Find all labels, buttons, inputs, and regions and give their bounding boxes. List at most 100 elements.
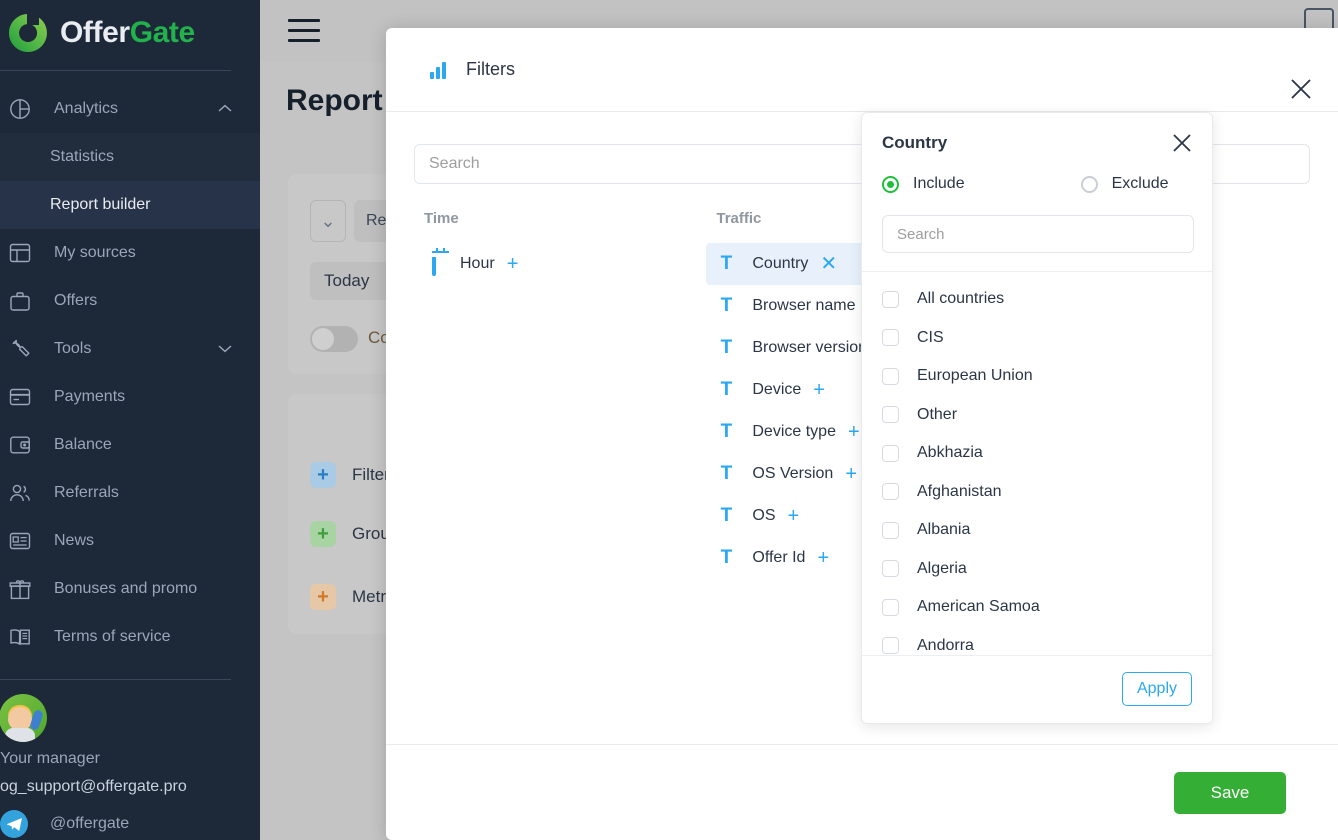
sidebar-item-label: Terms of service	[54, 628, 171, 645]
add-filter-icon[interactable]: +	[507, 254, 519, 274]
add-filter-icon[interactable]: +	[813, 380, 825, 400]
filter-item-label: Country	[752, 255, 809, 272]
list-item[interactable]: Albania	[862, 511, 1212, 550]
sidebar-subitem-label: Report builder	[50, 196, 151, 213]
filter-item-hour[interactable]: Hour +	[414, 243, 530, 285]
list-item[interactable]: All countries	[862, 280, 1212, 319]
radio-exclude[interactable]: Exclude	[1080, 175, 1169, 193]
list-item[interactable]: Other	[862, 396, 1212, 435]
text-icon: T	[720, 337, 733, 358]
period-select-button[interactable]: ⌄	[310, 200, 346, 242]
remove-filter-icon[interactable]: ✕	[820, 254, 837, 274]
save-button[interactable]: Save	[1174, 771, 1286, 814]
manager-telegram-link[interactable]: @offergate	[0, 810, 260, 838]
radio-dot-icon	[882, 175, 899, 193]
compare-toggle[interactable]	[310, 326, 358, 352]
column-header-time: Time	[424, 210, 459, 227]
chevron-up-icon	[218, 100, 232, 118]
apply-button[interactable]: Apply	[1121, 672, 1192, 707]
filter-section-label: Filter	[352, 465, 390, 484]
add-filter-icon[interactable]: +	[848, 422, 860, 442]
wrench-icon	[6, 335, 34, 363]
sidebar-item-analytics[interactable]: Analytics	[0, 85, 260, 133]
add-filter-icon[interactable]: +	[788, 506, 800, 526]
list-item-label: American Samoa	[917, 598, 1040, 616]
sidebar-item-label: My sources	[54, 244, 136, 261]
text-icon: T	[720, 379, 733, 400]
calendar-icon	[424, 251, 444, 276]
text-icon: T	[720, 505, 733, 526]
filters-column-time: Time Hour +	[386, 210, 530, 579]
list-item[interactable]: CIS	[862, 319, 1212, 358]
checkbox[interactable]	[882, 637, 899, 655]
close-icon[interactable]	[1284, 72, 1318, 106]
sidebar-item-referrals[interactable]: Referrals	[0, 469, 260, 517]
sidebar-item-report-builder[interactable]: Report builder	[0, 181, 260, 229]
list-item[interactable]: Andorra	[862, 627, 1212, 655]
radio-dot-icon	[1080, 175, 1098, 193]
filter-item-label: Device	[752, 381, 802, 398]
text-icon: T	[720, 547, 733, 568]
wallet-icon	[6, 431, 34, 459]
sidebar-item-bonuses-and-promo[interactable]: Bonuses and promo	[0, 565, 260, 613]
sidebar-item-payments[interactable]: Payments	[0, 373, 260, 421]
list-item[interactable]: Abkhazia	[862, 434, 1212, 473]
list-item-label: Andorra	[917, 636, 974, 654]
sidebar-item-my-sources[interactable]: My sources	[0, 229, 260, 277]
news-icon	[6, 527, 34, 555]
country-search-input[interactable]	[882, 215, 1194, 253]
briefcase-icon	[6, 287, 34, 315]
sidebar-item-terms-of-service[interactable]: Terms of service	[0, 613, 260, 661]
hamburger-menu-icon[interactable]	[288, 19, 320, 49]
filter-item-label: OS	[752, 507, 776, 524]
country-popover-header: Country Include Exclude	[862, 113, 1212, 193]
checkbox[interactable]	[882, 483, 899, 501]
filter-item-label: Device type	[752, 423, 836, 440]
checkbox[interactable]	[882, 367, 899, 385]
country-search-area	[862, 193, 1212, 253]
list-item[interactable]: European Union	[862, 357, 1212, 396]
filters-modal-footer: Save	[386, 744, 1338, 840]
chevron-down-icon	[218, 340, 232, 358]
list-item-label: All countries	[917, 290, 1005, 308]
sidebar-item-tools[interactable]: Tools	[0, 325, 260, 373]
list-item[interactable]: Algeria	[862, 550, 1212, 589]
checkbox[interactable]	[882, 598, 899, 616]
sidebar-item-statistics[interactable]: Statistics	[0, 133, 260, 181]
add-filter-icon[interactable]: +	[817, 548, 829, 568]
manager-title: Your manager	[0, 750, 100, 767]
brand-text: OfferGate	[60, 16, 195, 50]
text-icon: T	[720, 463, 733, 484]
add-filter-icon[interactable]: +	[845, 464, 857, 484]
list-item[interactable]: American Samoa	[862, 588, 1212, 627]
filter-section-row[interactable]: + Filter	[310, 462, 390, 488]
country-filter-popover: Country Include Exclude All coun	[861, 112, 1213, 724]
card-icon	[6, 383, 34, 411]
page-title: Report	[286, 84, 383, 117]
checkbox[interactable]	[882, 444, 899, 462]
brand-logo-area[interactable]: OfferGate	[0, 0, 260, 66]
checkbox[interactable]	[882, 406, 899, 424]
checkbox[interactable]	[882, 560, 899, 578]
manager-email[interactable]: og_support@offergate.pro	[0, 778, 260, 796]
list-item-label: Albania	[917, 521, 971, 539]
metrics-section-row[interactable]: + Metri	[310, 584, 390, 610]
checkbox[interactable]	[882, 290, 899, 308]
brand-text-offer: Offer	[60, 16, 130, 49]
include-exclude-radio-group: Include Exclude	[882, 175, 1192, 193]
filters-modal-header: Filters	[386, 28, 1338, 112]
sidebar-item-offers[interactable]: Offers	[0, 277, 260, 325]
sidebar-subitem-label: Statistics	[50, 148, 115, 165]
filter-item-label: Offer Id	[752, 549, 806, 566]
checkbox[interactable]	[882, 329, 899, 347]
radio-include[interactable]: Include	[882, 175, 965, 193]
telegram-icon	[0, 810, 28, 838]
country-options-list[interactable]: All countries CIS European Union Other A…	[862, 271, 1212, 655]
list-item[interactable]: Afghanistan	[862, 473, 1212, 512]
checkbox[interactable]	[882, 521, 899, 539]
sidebar-item-label: Payments	[54, 388, 126, 405]
plus-icon: +	[310, 521, 336, 547]
close-icon[interactable]	[1168, 129, 1196, 157]
sidebar-item-news[interactable]: News	[0, 517, 260, 565]
sidebar-item-balance[interactable]: Balance	[0, 421, 260, 469]
